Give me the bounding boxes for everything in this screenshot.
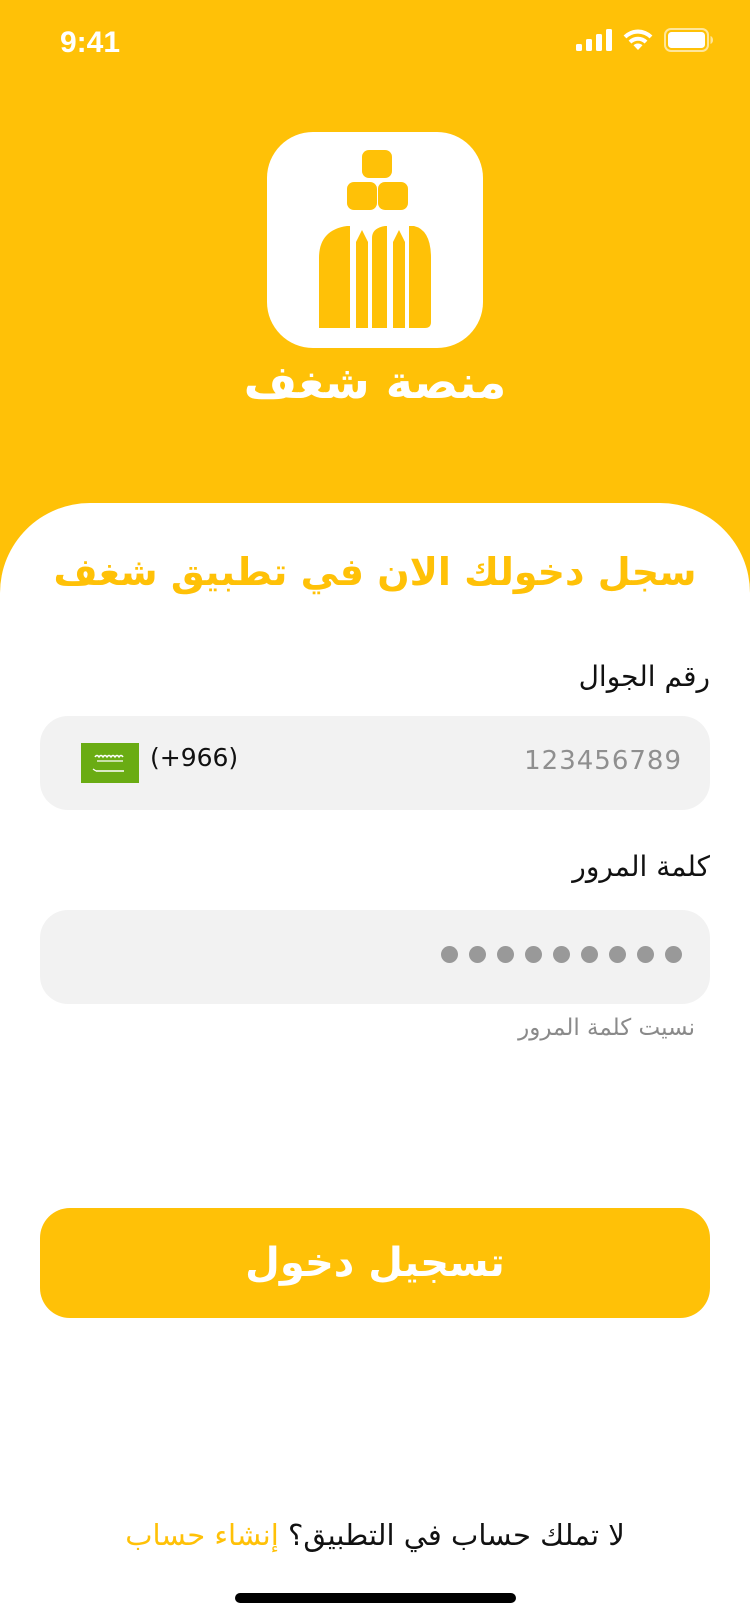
password-dot xyxy=(553,946,570,963)
phone-field[interactable]: (+966) 123456789 xyxy=(40,716,710,810)
signup-row: لا تملك حساب في التطبيق؟ إنشاء حساب xyxy=(0,1518,750,1552)
battery-icon xyxy=(664,28,713,52)
saudi-flag-icon[interactable] xyxy=(81,743,139,783)
password-dot xyxy=(469,946,486,963)
app-name: منصة شغف xyxy=(243,355,507,409)
country-code-selector[interactable]: (+966) xyxy=(150,743,238,772)
forgot-password-link[interactable]: نسيت كلمة المرور xyxy=(518,1015,695,1041)
status-icons xyxy=(576,28,714,52)
status-bar: 9:41 xyxy=(0,0,750,90)
password-dot xyxy=(497,946,514,963)
password-dot xyxy=(609,946,626,963)
password-input[interactable] xyxy=(441,946,682,963)
signup-prompt: لا تملك حساب في التطبيق؟ xyxy=(288,1518,625,1552)
password-dot xyxy=(441,946,458,963)
login-title: سجل دخولك الان في تطبيق شغف xyxy=(53,550,697,594)
password-dot xyxy=(665,946,682,963)
signal-icon xyxy=(576,29,612,51)
phone-label: رقم الجوال xyxy=(578,660,710,693)
create-account-link[interactable]: إنشاء حساب xyxy=(125,1518,279,1552)
login-button[interactable]: تسجيل دخول xyxy=(40,1208,710,1318)
password-dot xyxy=(525,946,542,963)
app-logo-icon xyxy=(319,150,431,328)
phone-input[interactable]: 123456789 xyxy=(524,746,682,776)
app-logo xyxy=(267,132,483,348)
password-dot xyxy=(581,946,598,963)
status-time: 9:41 xyxy=(60,26,121,59)
password-dot xyxy=(637,946,654,963)
password-label: كلمة المرور xyxy=(572,850,710,883)
home-indicator[interactable] xyxy=(235,1593,516,1603)
password-field[interactable] xyxy=(40,910,710,1004)
wifi-icon xyxy=(623,29,653,50)
